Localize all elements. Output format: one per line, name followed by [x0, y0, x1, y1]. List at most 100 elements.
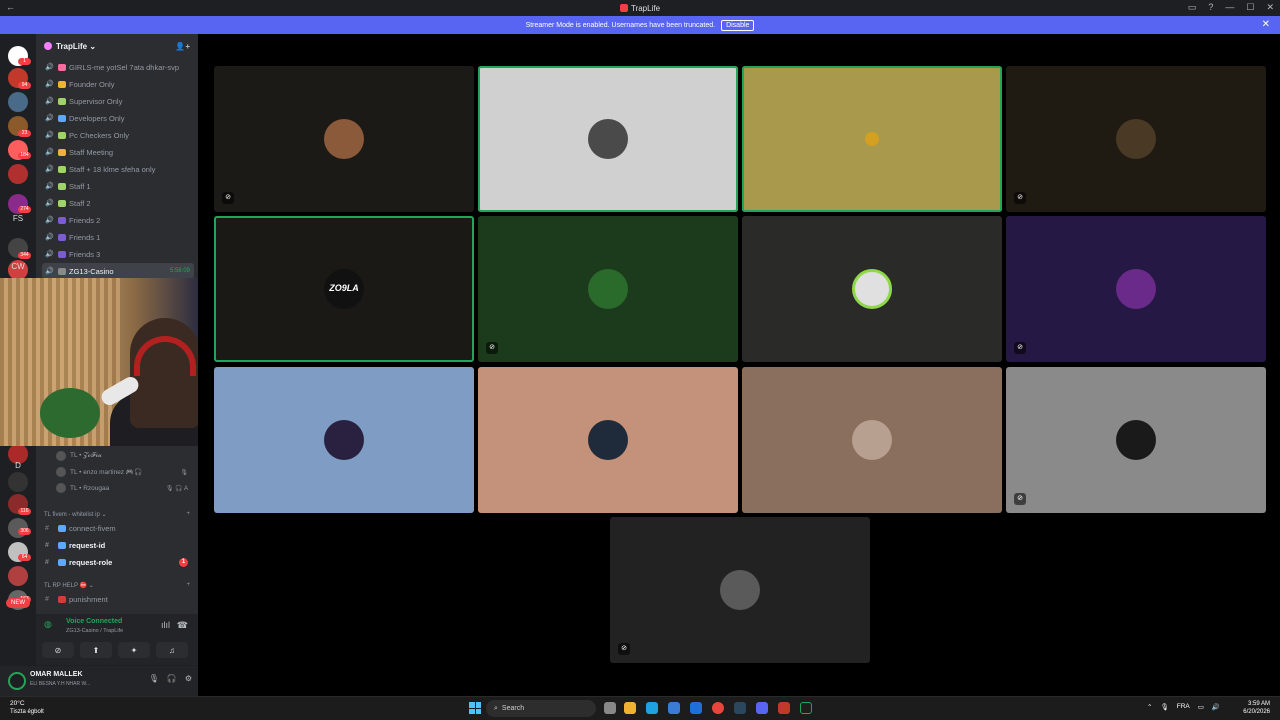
user-name[interactable]: OMAR MALLEK — [30, 671, 83, 678]
voice-channel[interactable]: 🔊 Staff 2 — [42, 195, 194, 211]
mail-icon[interactable] — [690, 702, 702, 714]
discord-window: ← TrapLife ▭ ? — ☐ ✕ 1 94 23 184 274 344 116 30… — [0, 0, 1280, 720]
clock[interactable]: 3:59 AM 6/20/2026 — [1243, 700, 1270, 716]
text-channel[interactable]: # connect-fivem — [42, 520, 194, 536]
voice-member[interactable]: TL • enzo martinez 🎮🎧 🎙 — [56, 465, 196, 479]
server-text-icon[interactable]: CW — [0, 262, 36, 271]
start-icon[interactable] — [469, 702, 481, 714]
active-voice-channel[interactable]: 🔊 ZG13-Casino 5:58:09 — [42, 263, 194, 279]
voice-member[interactable]: TL • 𝓩𝓸𝓕𝓲𝓪 — [56, 449, 196, 463]
language-indicator[interactable]: FRA — [1177, 703, 1190, 711]
discord-icon[interactable] — [756, 702, 768, 714]
participant-tile[interactable] — [742, 66, 1002, 212]
participant-tile[interactable]: ZO9LA — [214, 216, 474, 362]
screen-share-button[interactable]: ⬆ — [80, 642, 112, 658]
maximize-button[interactable]: ☐ — [1246, 2, 1254, 13]
disable-button[interactable]: Disable — [721, 19, 755, 31]
soundboard-button[interactable]: ♫ — [156, 642, 188, 658]
settings-gear-icon[interactable]: ⚙ — [185, 674, 192, 683]
server-icon-17[interactable] — [8, 472, 28, 492]
banner-close-icon[interactable]: ✕ — [1262, 19, 1270, 30]
minimize-button[interactable]: — — [1225, 2, 1234, 13]
mic-icon[interactable]: 🎙 — [149, 674, 159, 683]
voice-channel[interactable]: 🔊 Staff + 18 klme sfeha only — [42, 161, 194, 177]
steam-icon[interactable] — [734, 702, 746, 714]
channel-emoji-icon — [58, 131, 66, 139]
participant-tile[interactable]: ⊘ — [1006, 367, 1266, 513]
channel-category[interactable]: TL RP HELP ⛔ ⌄ + — [44, 579, 194, 591]
participant-tile[interactable] — [478, 66, 738, 212]
server-header[interactable]: TrapLife ⌄ 👤+ — [36, 34, 198, 58]
server-icon-21[interactable] — [8, 566, 28, 586]
hash-icon: # — [45, 524, 49, 532]
text-channel[interactable]: # punishment — [42, 591, 194, 607]
participant-tile[interactable] — [742, 367, 1002, 513]
text-channel[interactable]: # request-role 1 — [42, 554, 194, 570]
inbox-icon[interactable]: ▭ — [1188, 2, 1197, 13]
add-channel-icon[interactable]: + — [186, 582, 190, 588]
activities-button[interactable]: ✦ — [118, 642, 150, 658]
channel-category[interactable]: TL fivem - whitelist ip ⌄ + — [44, 508, 194, 520]
user-avatar[interactable] — [8, 672, 26, 690]
avatar-text: ZO9LA — [329, 283, 359, 293]
server-icon-6[interactable] — [8, 164, 28, 184]
help-icon[interactable]: ? — [1208, 2, 1213, 13]
weather-widget[interactable]: 20°C Tiszta égbolt — [10, 700, 44, 716]
app-icon-3[interactable] — [800, 702, 812, 714]
participant-tile[interactable] — [478, 367, 738, 513]
participant-tile[interactable]: ⊘ — [1006, 66, 1266, 212]
chevron-up-icon[interactable]: ⌃ — [1147, 703, 1152, 711]
text-channel[interactable]: # request-id — [42, 537, 194, 553]
voice-channel[interactable]: 🔊 Developers Only — [42, 110, 194, 126]
voice-location[interactable]: ZG13-Casino / TrapLife — [66, 628, 123, 634]
invite-icon[interactable]: 👤+ — [175, 42, 190, 51]
channel-label: connect-fivem — [69, 523, 116, 533]
participant-tile[interactable]: ⊘ — [610, 517, 870, 663]
channel-label: request-id — [69, 540, 106, 550]
back-arrow-icon[interactable]: ← — [6, 2, 15, 12]
task-view-icon[interactable] — [604, 702, 616, 714]
channel-label: Friends 1 — [69, 232, 101, 242]
server-text-icon[interactable]: D — [0, 461, 36, 470]
participant-tile[interactable] — [742, 216, 1002, 362]
voice-channel[interactable]: 🔊 Staff 1 — [42, 178, 194, 194]
speaker-icon: 🔊 — [45, 64, 54, 71]
display-icon[interactable]: ▭ — [1198, 703, 1204, 711]
server-icon-3[interactable] — [8, 92, 28, 112]
mic-tray-icon[interactable]: 🎙 — [1160, 703, 1168, 711]
voice-channel[interactable]: 🔊 Founder Only — [42, 76, 194, 92]
participant-tile[interactable] — [214, 367, 474, 513]
camera-button[interactable]: ⊘ — [42, 642, 74, 658]
voice-channel[interactable]: 🔊 Pc Checkers Only — [42, 127, 194, 143]
participant-tile[interactable]: ⊘ — [1006, 216, 1266, 362]
speaker-icon: 🔊 — [45, 268, 54, 275]
close-window-button[interactable]: ✕ — [1266, 2, 1274, 13]
voice-channel[interactable]: 🔊 Friends 2 — [42, 212, 194, 228]
participant-avatar — [1116, 420, 1156, 460]
noise-suppression-icon[interactable]: ılıl — [161, 620, 170, 630]
voice-channel[interactable]: 🔊 Staff Meeting — [42, 144, 194, 160]
voice-channel[interactable]: 🔊 Supervisor Only — [42, 93, 194, 109]
voice-status[interactable]: Voice Connected — [66, 618, 122, 625]
voice-channel[interactable]: 🔊 GIRLS-me yotSel 7ata dhkar-svp — [42, 59, 194, 75]
volume-icon[interactable]: 🔊 — [1212, 703, 1220, 711]
user-panel: OMAR MALLEK ELI BESNA Y.H NHAR W... 🎙 🎧 … — [0, 666, 198, 696]
server-text-icon[interactable]: FS — [0, 214, 36, 223]
store-icon[interactable] — [668, 702, 680, 714]
chrome-icon[interactable] — [712, 702, 724, 714]
taskbar-search[interactable]: ⌕ Search — [486, 700, 596, 717]
edge-icon[interactable] — [646, 702, 658, 714]
mention-badge: 94 — [18, 82, 31, 89]
app-icon-2[interactable] — [778, 702, 790, 714]
channel-label: Friends 2 — [69, 215, 101, 225]
member-avatar — [56, 483, 66, 493]
voice-channel[interactable]: 🔊 Friends 3 — [42, 246, 194, 262]
voice-channel[interactable]: 🔊 Friends 1 — [42, 229, 194, 245]
participant-tile[interactable]: ⊘ — [478, 216, 738, 362]
disconnect-icon[interactable]: ☎ — [177, 620, 188, 631]
participant-tile[interactable]: ⊘ — [214, 66, 474, 212]
headset-icon[interactable]: 🎧 — [167, 674, 177, 683]
voice-member[interactable]: TL • Rzougaa 🎙 🎧 A — [56, 481, 196, 495]
file-explorer-icon[interactable] — [624, 702, 636, 714]
add-channel-icon[interactable]: + — [186, 511, 190, 517]
